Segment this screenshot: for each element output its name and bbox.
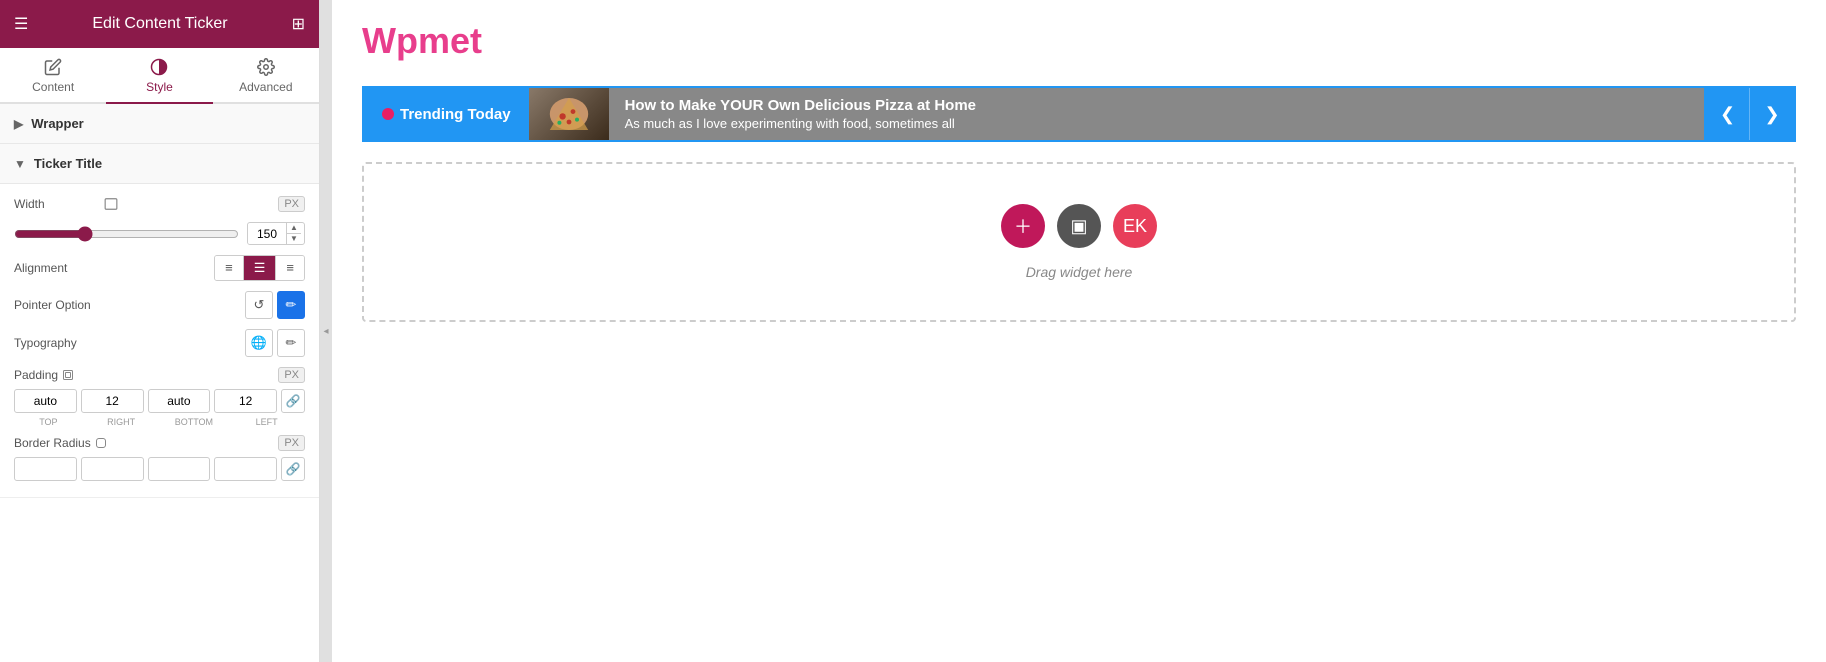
sidebar-header: ☰ Edit Content Ticker ⊞ <box>0 0 319 48</box>
drop-zone-icons: ＋ ▣ EK <box>1001 204 1157 248</box>
tab-style[interactable]: Style <box>106 48 212 104</box>
tab-content[interactable]: Content <box>0 48 106 104</box>
pizza-image <box>544 94 594 134</box>
width-unit[interactable]: PX <box>278 196 305 212</box>
width-slider[interactable] <box>14 226 239 242</box>
pointer-option-buttons: ↺ ✏ <box>245 291 305 319</box>
padding-top-input[interactable] <box>14 389 77 413</box>
width-up-arrow[interactable]: ▲ <box>287 223 301 234</box>
sidebar: ☰ Edit Content Ticker ⊞ Content Style Ad… <box>0 0 320 662</box>
border-radius-link-button[interactable]: 🔗 <box>281 457 305 481</box>
ticker-text-area: How to Make YOUR Own Delicious Pizza at … <box>609 88 1704 140</box>
wrapper-chevron-icon: ▶ <box>14 117 23 131</box>
alignment-row: Alignment ≡ ☰ ≡ <box>14 255 305 281</box>
alignment-buttons: ≡ ☰ ≡ <box>214 255 305 281</box>
ticker-subtitle-text: As much as I love experimenting with foo… <box>625 116 1688 131</box>
ticker-image-inner <box>529 88 609 140</box>
typography-row: Typography 🌐 ✏ <box>14 329 305 357</box>
padding-link-button[interactable]: 🔗 <box>281 389 305 413</box>
tab-style-label: Style <box>146 80 173 94</box>
ticker-title-chevron-icon: ▼ <box>14 157 26 171</box>
menu-icon[interactable]: ☰ <box>14 14 28 34</box>
pointer-edit-button[interactable]: ✏ <box>277 291 305 319</box>
align-right-button[interactable]: ≡ <box>276 256 304 280</box>
pointer-reset-button[interactable]: ↺ <box>245 291 273 319</box>
wrapper-section-header[interactable]: ▶ Wrapper <box>0 104 319 144</box>
ticker-prev-button[interactable]: ❮ <box>1706 88 1750 140</box>
width-arrows: ▲ ▼ <box>286 223 301 244</box>
border-radius-right-input[interactable] <box>81 457 144 481</box>
main-content: Wpmet Trending Today How to Make YOUR Ow <box>332 0 1826 662</box>
tab-advanced[interactable]: Advanced <box>213 48 319 104</box>
ticker-next-button[interactable]: ❯ <box>1750 88 1794 140</box>
typography-buttons: 🌐 ✏ <box>245 329 305 357</box>
tab-content-label: Content <box>32 80 74 94</box>
padding-left-label: LEFT <box>232 417 301 427</box>
width-row: Width PX <box>14 196 305 212</box>
padding-unit[interactable]: PX <box>278 367 305 383</box>
ticker-label-text: Trending Today <box>400 106 511 123</box>
ticker-label: Trending Today <box>364 88 529 140</box>
elementor-widget-button[interactable]: EK <box>1113 204 1157 248</box>
grid-icon[interactable]: ⊞ <box>292 14 305 34</box>
padding-bottom-input[interactable] <box>148 389 211 413</box>
width-number-input: ▲ ▼ <box>247 222 305 245</box>
typography-globe-button[interactable]: 🌐 <box>245 329 273 357</box>
ticker-title-text: How to Make YOUR Own Delicious Pizza at … <box>625 97 1688 114</box>
width-value-input[interactable] <box>248 224 286 244</box>
resize-handle[interactable] <box>320 0 332 662</box>
border-radius-label: Border Radius <box>14 436 91 450</box>
alignment-label: Alignment <box>14 261 104 275</box>
border-radius-icon <box>95 437 107 449</box>
width-label: Width <box>14 197 104 211</box>
width-slider-wrap <box>14 226 239 242</box>
padding-left-input[interactable] <box>214 389 277 413</box>
ticker-dot-icon <box>382 108 394 120</box>
tab-advanced-label: Advanced <box>239 80 292 94</box>
padding-inputs: 🔗 <box>14 389 305 413</box>
sidebar-title: Edit Content Ticker <box>92 15 227 33</box>
border-radius-unit[interactable]: PX <box>278 435 305 451</box>
padding-icon <box>62 369 74 381</box>
align-left-button[interactable]: ≡ <box>215 256 244 280</box>
ticker-title-section-label: Ticker Title <box>34 156 102 171</box>
ticker-widget: Trending Today How to Make YOUR Own Deli… <box>362 86 1796 142</box>
pointer-option-label: Pointer Option <box>14 298 104 312</box>
typography-edit-button[interactable]: ✏ <box>277 329 305 357</box>
wrapper-section-label: Wrapper <box>31 116 84 131</box>
padding-bottom-label: BOTTOM <box>160 417 229 427</box>
pointer-option-row: Pointer Option ↺ ✏ <box>14 291 305 319</box>
ticker-title-section-header[interactable]: ▼ Ticker Title <box>0 144 319 184</box>
padding-top-label: TOP <box>14 417 83 427</box>
typography-label: Typography <box>14 336 104 350</box>
ticker-nav: ❮ ❯ <box>1704 88 1794 140</box>
align-center-button[interactable]: ☰ <box>244 256 277 280</box>
border-radius-bottom-input[interactable] <box>148 457 211 481</box>
width-icon <box>104 197 118 211</box>
site-title: Wpmet <box>362 20 1796 62</box>
drop-zone-text: Drag widget here <box>1026 264 1133 280</box>
border-radius-left-input[interactable] <box>214 457 277 481</box>
padding-right-label: RIGHT <box>87 417 156 427</box>
ticker-title-panel: Width PX ▲ ▼ Alignment ≡ ☰ <box>0 184 319 498</box>
padding-header: Padding PX <box>14 367 305 383</box>
drop-zone: ＋ ▣ EK Drag widget here <box>362 162 1796 322</box>
add-widget-button[interactable]: ＋ <box>1001 204 1045 248</box>
padding-right-input[interactable] <box>81 389 144 413</box>
width-slider-row: ▲ ▼ <box>14 222 305 245</box>
border-radius-header: Border Radius PX <box>14 435 305 451</box>
ticker-image <box>529 88 609 140</box>
border-radius-top-input[interactable] <box>14 457 77 481</box>
width-down-arrow[interactable]: ▼ <box>287 234 301 244</box>
browse-widgets-button[interactable]: ▣ <box>1057 204 1101 248</box>
tab-bar: Content Style Advanced <box>0 48 319 104</box>
padding-sub-labels: TOP RIGHT BOTTOM LEFT <box>14 417 305 427</box>
border-radius-inputs: 🔗 <box>14 457 305 481</box>
padding-label: Padding <box>14 368 58 382</box>
